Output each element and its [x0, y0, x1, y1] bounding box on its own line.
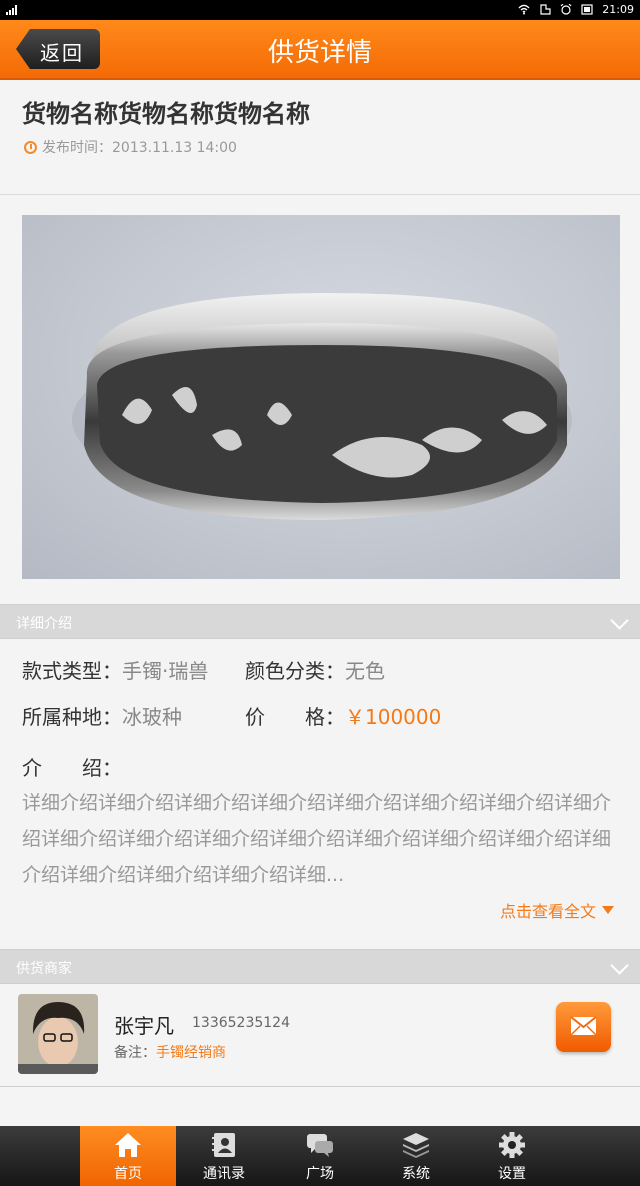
layers-icon: [403, 1133, 429, 1158]
app-header: 返回 供货详情: [0, 20, 640, 80]
origin-label: 所属种地：: [22, 705, 122, 729]
detail-section-label: 详细介绍: [16, 616, 72, 632]
color-row: 颜色分类：无色: [245, 655, 385, 684]
page-title: 供货详情: [267, 38, 372, 68]
supplier-note: 备注：手镯经销商: [114, 1042, 226, 1062]
tab-plaza[interactable]: 广场: [272, 1126, 368, 1186]
clock-time: 21:09: [602, 3, 634, 16]
supplier-phone: 13365235124: [192, 1015, 290, 1031]
envelope-icon: [570, 1016, 597, 1036]
tab-home-label: 首页: [114, 1166, 142, 1182]
origin-value: 冰玻种: [122, 705, 182, 729]
chevron-down-icon: [610, 611, 629, 630]
home-icon: [115, 1133, 141, 1157]
supplier-section-header[interactable]: 供货商家: [0, 949, 640, 984]
tab-system-label: 系统: [402, 1166, 430, 1182]
color-value: 无色: [345, 659, 385, 683]
style-row: 款式类型：手镯·瑞兽: [22, 655, 208, 684]
status-bar: 21:09: [0, 0, 640, 20]
price-value: ￥100000: [345, 705, 442, 729]
intro-label: 介 绍：: [22, 756, 122, 780]
style-label: 款式类型：: [22, 659, 122, 683]
tab-contacts[interactable]: 通讯录: [176, 1126, 272, 1186]
sim-icon: [540, 4, 551, 15]
publish-time: 发布时间：2013.11.13 14:00: [24, 137, 237, 157]
tab-settings[interactable]: 设置: [464, 1126, 560, 1186]
gear-icon: [499, 1132, 525, 1158]
intro-text: 详细介绍详细介绍详细介绍详细介绍详细介绍详细介绍详细介绍详细介绍详细介绍详细介绍…: [22, 792, 612, 886]
supplier-card: 张宇凡 13365235124 备注：手镯经销商: [0, 984, 640, 1087]
wifi-icon: [518, 4, 530, 15]
tab-system[interactable]: 系统: [368, 1126, 464, 1186]
price-label: 价 格：: [245, 705, 345, 729]
triangle-down-icon: [602, 906, 614, 914]
style-value: 手镯·瑞兽: [122, 659, 209, 683]
tab-bar: 首页 通讯录 广场 系统 设置: [0, 1126, 640, 1186]
chevron-down-icon: [610, 956, 629, 975]
chat-icon: [307, 1134, 333, 1157]
price-row: 价 格：￥100000: [245, 701, 441, 730]
battery-icon: [581, 4, 593, 15]
tab-contacts-label: 通讯录: [203, 1166, 245, 1182]
goods-title: 货物名称货物名称货物名称: [22, 100, 310, 128]
alarm-icon: [560, 4, 572, 15]
tab-home[interactable]: 首页: [80, 1126, 176, 1186]
detail-section-header[interactable]: 详细介绍: [0, 604, 640, 639]
avatar[interactable]: [18, 994, 98, 1074]
supplier-note-value: 手镯经销商: [156, 1045, 226, 1061]
tab-settings-label: 设置: [498, 1166, 526, 1182]
product-photo[interactable]: [22, 215, 620, 579]
signal-icon: [6, 5, 17, 15]
origin-row: 所属种地：冰玻种: [22, 701, 182, 730]
color-label: 颜色分类：: [245, 659, 345, 683]
clock-icon: [24, 140, 37, 154]
goods-title-block: 货物名称货物名称货物名称 发布时间：2013.11.13 14:00: [0, 80, 640, 195]
contacts-icon: [212, 1133, 235, 1157]
tab-plaza-label: 广场: [306, 1166, 334, 1182]
view-all-link[interactable]: 点击查看全文: [500, 898, 614, 922]
supplier-section-label: 供货商家: [16, 961, 72, 977]
supplier-note-label: 备注：: [114, 1045, 156, 1061]
view-all-label: 点击查看全文: [499, 902, 596, 921]
publish-time-text: 发布时间：2013.11.13 14:00: [42, 140, 237, 156]
bracelet-image: [72, 293, 572, 520]
supplier-name: 张宇凡: [114, 1014, 174, 1038]
message-button[interactable]: [556, 1002, 611, 1052]
